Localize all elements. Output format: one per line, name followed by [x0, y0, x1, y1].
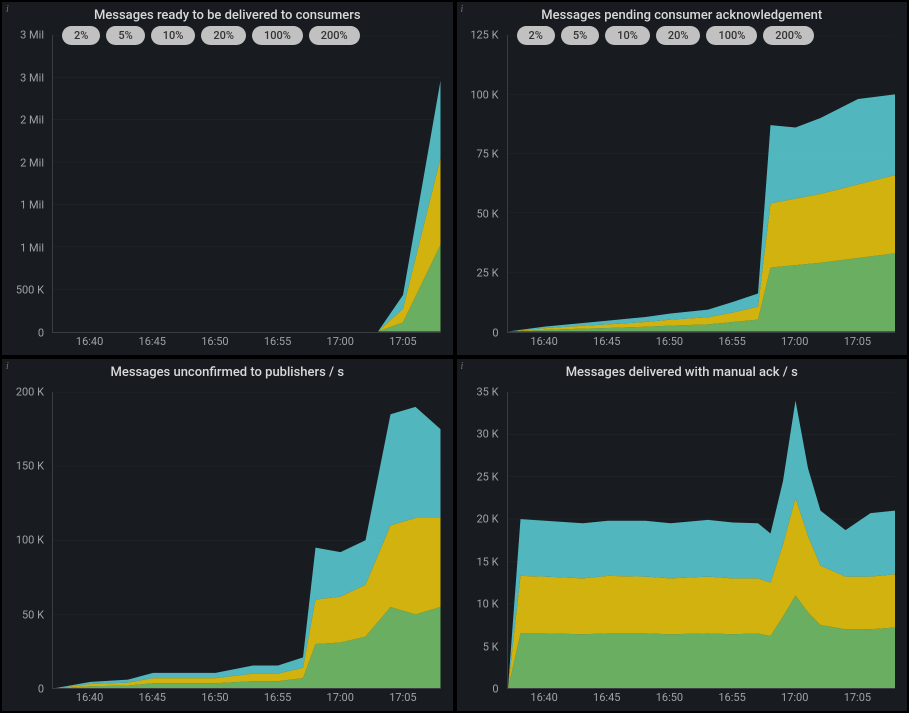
panel-title: Messages ready to be delivered to consum… [2, 2, 453, 27]
chart-body-tr: 025 K50 K75 K100 K125 K 16:4016:4516:501… [457, 27, 908, 355]
chart-body-bl: 0 50 K 100 K 150 K 200 K 16:40 16:45 16:50 16:5… [2, 384, 453, 712]
y-tick: 0 [492, 326, 498, 339]
x-tick: 16:50 [201, 335, 228, 348]
y-tick: 15 K [477, 555, 499, 568]
info-icon[interactable]: i [6, 4, 9, 15]
plot-area[interactable] [507, 35, 896, 333]
y-tick: 1 Mil [20, 199, 44, 212]
y-tick: 0 [492, 683, 498, 696]
y-tick: 25 K [477, 267, 499, 280]
panel-messages-delivered-ack: i Messages delivered with manual ack / s… [457, 359, 908, 712]
zoom-pill[interactable]: 20% [656, 26, 701, 45]
x-axis: 16:40 16:45 16:50 16:55 17:00 17:05 [52, 691, 441, 709]
zoom-pill[interactable]: 20% [201, 26, 246, 45]
series-yellow [53, 158, 441, 331]
x-tick: 16:55 [264, 691, 291, 704]
panel-messages-unconfirmed: i Messages unconfirmed to publishers / s… [2, 359, 453, 712]
y-axis: 025 K50 K75 K100 K125 K [457, 35, 503, 333]
x-tick: 16:55 [264, 335, 291, 348]
info-icon[interactable]: i [461, 361, 464, 372]
x-tick: 17:05 [389, 691, 416, 704]
y-tick: 10 K [477, 598, 499, 611]
zoom-pill[interactable]: 100% [252, 26, 303, 45]
zoom-pill[interactable]: 10% [151, 26, 196, 45]
y-tick: 500 K [16, 284, 44, 297]
zoom-pill[interactable]: 2% [517, 26, 555, 45]
x-tick: 17:05 [389, 335, 416, 348]
x-tick: 16:40 [530, 335, 557, 348]
x-axis: 16:40 16:45 16:50 16:55 17:00 17:05 [507, 691, 896, 709]
series-blue [53, 81, 441, 332]
zoom-pill[interactable]: 5% [561, 26, 599, 45]
y-tick: 25 K [477, 470, 499, 483]
x-tick: 17:00 [781, 691, 808, 704]
y-tick: 200 K [16, 385, 44, 398]
x-tick: 17:00 [327, 691, 354, 704]
panel-messages-ready: i Messages ready to be delivered to cons… [2, 2, 453, 355]
y-axis: 0500 K1 Mil1 Mil2 Mil2 Mil3 Mil3 Mil [2, 35, 48, 333]
series-green [53, 245, 441, 332]
dashboard-grid: i Messages ready to be delivered to cons… [0, 0, 909, 713]
zoom-pill[interactable]: 100% [706, 26, 757, 45]
y-tick: 75 K [477, 148, 499, 161]
plot-area[interactable] [52, 392, 441, 690]
y-tick: 2 Mil [20, 156, 44, 169]
x-tick: 16:40 [76, 691, 103, 704]
info-icon[interactable]: i [461, 4, 464, 15]
y-tick: 20 K [477, 513, 499, 526]
x-tick: 16:45 [139, 691, 166, 704]
x-tick: 17:05 [844, 691, 871, 704]
x-tick: 16:55 [718, 335, 745, 348]
zoom-pill[interactable]: 10% [605, 26, 650, 45]
x-axis: 16:40 16:45 16:50 16:55 17:00 17:05 [507, 335, 896, 353]
panel-messages-pending-ack: i Messages pending consumer acknowledgem… [457, 2, 908, 355]
x-tick: 16:50 [201, 691, 228, 704]
info-icon[interactable]: i [6, 361, 9, 372]
x-tick: 17:00 [781, 335, 808, 348]
x-tick: 16:50 [656, 335, 683, 348]
x-tick: 16:55 [718, 691, 745, 704]
y-tick: 100 K [16, 534, 44, 547]
y-tick: 5 K [483, 640, 499, 653]
zoom-pill[interactable]: 200% [309, 26, 360, 45]
x-tick: 16:45 [593, 691, 620, 704]
y-tick: 125 K [470, 29, 498, 42]
y-tick: 0 [38, 683, 44, 696]
panel-title: Messages delivered with manual ack / s [457, 359, 908, 384]
chart-body-br: 05 K10 K15 K20 K25 K30 K35 K 16:4016:451… [457, 384, 908, 712]
x-tick: 17:05 [844, 335, 871, 348]
plot-area[interactable] [507, 392, 896, 690]
y-tick: 50 K [22, 608, 44, 621]
x-tick: 16:45 [593, 335, 620, 348]
chart-body-tl: 0 500 K 1 Mil 1 Mil 2 Mil 2 Mil 3 Mil 3 Mil 16:… [2, 27, 453, 355]
y-tick: 150 K [16, 459, 44, 472]
x-tick: 16:40 [530, 691, 557, 704]
panel-title: Messages unconfirmed to publishers / s [2, 359, 453, 384]
zoom-pill[interactable]: 5% [106, 26, 144, 45]
y-tick: 100 K [470, 88, 498, 101]
y-tick: 3 Mil [20, 71, 44, 84]
y-tick: 35 K [477, 385, 499, 398]
x-tick: 17:00 [327, 335, 354, 348]
zoom-pills: 2% 5% 10% 20% 100% 200% [62, 26, 443, 45]
panel-title: Messages pending consumer acknowledgemen… [457, 2, 908, 27]
zoom-pill[interactable]: 200% [763, 26, 814, 45]
y-tick: 3 Mil [20, 29, 44, 42]
y-tick: 30 K [477, 428, 499, 441]
y-tick: 0 [38, 326, 44, 339]
x-tick: 16:45 [139, 335, 166, 348]
zoom-pill[interactable]: 2% [62, 26, 100, 45]
y-tick: 50 K [477, 207, 499, 220]
y-tick: 1 Mil [20, 241, 44, 254]
y-axis: 050 K100 K150 K200 K [2, 392, 48, 690]
x-tick: 16:40 [76, 335, 103, 348]
y-axis: 05 K10 K15 K20 K25 K30 K35 K [457, 392, 503, 690]
plot-area[interactable] [52, 35, 441, 333]
y-tick: 2 Mil [20, 114, 44, 127]
x-axis: 16:40 16:45 16:50 16:55 17:00 17:05 [52, 335, 441, 353]
x-tick: 16:50 [656, 691, 683, 704]
zoom-pills: 2% 5% 10% 20% 100% 200% [517, 26, 898, 45]
